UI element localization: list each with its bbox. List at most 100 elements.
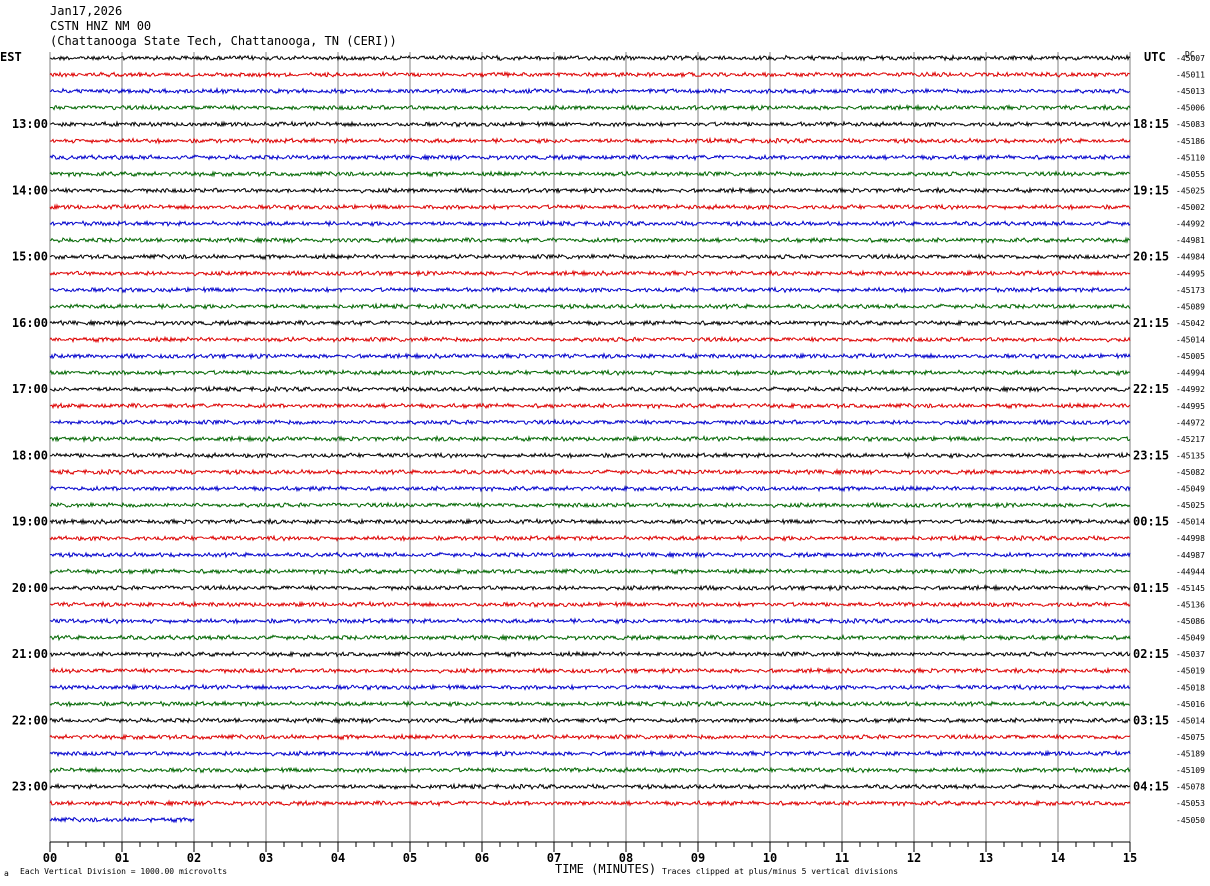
seismic-trace [49,236,1131,245]
dc-offset-label: -44987 [1176,551,1205,560]
seismic-trace [49,219,1131,228]
seismic-trace [49,385,1131,394]
seismic-trace [49,650,1131,659]
seismic-trace [49,766,1131,775]
dc-offset-label: -45055 [1176,170,1205,179]
corner-mark: a [4,869,9,878]
dc-offset-label: -45011 [1176,71,1205,80]
seismic-trace [49,153,1131,162]
right-hour-label: 18:15 [1133,117,1169,131]
right-hour-label: 19:15 [1133,183,1169,197]
x-tick-label: 03 [259,851,273,865]
dc-offset-label: -44998 [1176,534,1205,543]
left-hour-label: 21:00 [12,647,48,661]
x-tick-label: 09 [691,851,705,865]
scale-note: Each Vertical Division = 1000.00 microvo… [20,867,228,876]
dc-offset-label: -45217 [1176,435,1205,444]
left-hour-label: 18:00 [12,448,48,462]
right-hour-label: 23:15 [1133,448,1169,462]
right-hour-label: 22:15 [1133,382,1169,396]
dc-offset-label: -45006 [1176,104,1205,113]
seismic-trace [49,103,1131,112]
station-label: CSTN HNZ NM 00 [50,19,152,33]
right-hour-label: 20:15 [1133,250,1169,264]
seismic-trace [49,600,1131,609]
dc-offset-label: -44995 [1176,402,1205,411]
seismic-trace [49,699,1131,708]
dc-offset-label: -45018 [1176,683,1205,692]
right-hour-label: 02:15 [1133,647,1169,661]
seismic-trace [49,434,1131,443]
dc-offset-label: -44992 [1176,385,1205,394]
dc-offset-label: -45186 [1176,137,1205,146]
seismic-trace [49,170,1131,178]
seismic-trace [49,633,1131,642]
left-hour-label: 20:00 [12,581,48,595]
x-axis-title: TIME (MINUTES) [555,862,657,876]
dc-offset-label: -45049 [1176,485,1205,494]
x-tick-label: 02 [187,851,201,865]
dc-offset-label: -45037 [1176,650,1205,659]
dc-offset-label: -45075 [1176,733,1205,742]
dc-offset-label: -45050 [1176,816,1205,825]
seismic-trace [49,70,1131,79]
dc-offset-label: -45014 [1176,336,1205,345]
x-tick-label: 12 [907,851,921,865]
seismic-trace [49,120,1131,128]
left-hour-label: 15:00 [12,250,48,264]
dc-offset-label: -45086 [1176,617,1205,626]
seismic-trace [49,319,1131,327]
dc-offset-label: -45025 [1176,186,1205,195]
date-label: Jan17,2026 [50,4,123,18]
left-hour-label: 17:00 [12,382,48,396]
left-hour-label: 13:00 [12,117,48,131]
seismic-trace [49,285,1131,294]
seismic-trace [49,451,1131,460]
x-tick-label: 01 [115,851,129,865]
dc-offset-label: -45016 [1176,700,1205,709]
dc-offset-label: -45083 [1176,120,1205,129]
x-tick-label: 11 [835,851,849,865]
left-hour-label: 19:00 [12,515,48,529]
right-hour-label: 21:15 [1133,316,1169,330]
right-hour-label: 03:15 [1133,713,1169,727]
seismic-trace [49,583,1131,592]
dc-offset-label: -45082 [1176,468,1205,477]
seismic-trace [49,749,1131,758]
dc-offset-label: -45014 [1176,716,1205,725]
dc-offset-label: -44995 [1176,269,1205,278]
dc-offset-label: -45013 [1176,87,1205,96]
dc-offset-label: -44992 [1176,220,1205,229]
helicorder-plot: -45007-45011-45013-45006-45083-45186-451… [12,52,1205,865]
dc-offset-label: -45136 [1176,600,1205,609]
seismic-trace [49,550,1131,559]
seismic-trace [50,418,1131,426]
dc-offset-label: -45173 [1176,286,1205,295]
dc-offset-label: -45089 [1176,302,1205,311]
seismic-trace [49,567,1131,576]
seismic-trace [49,86,1131,96]
seismic-trace [49,501,1131,510]
x-tick-label: 06 [475,851,489,865]
seismic-trace [49,269,1131,278]
location-label: (Chattanooga State Tech, Chattanooga, TN… [50,34,397,48]
x-tick-label: 00 [43,851,57,865]
dc-offset-label: -45109 [1176,766,1205,775]
dc-offset-label: -45014 [1176,518,1205,527]
seismic-trace [49,252,1131,261]
seismic-trace [49,799,1131,808]
seismic-trace [49,401,1131,410]
seismic-trace [49,666,1131,675]
x-tick-label: 10 [763,851,777,865]
x-tick-label: 05 [403,851,417,865]
seismic-trace [49,335,1131,344]
seismic-trace [49,352,1131,361]
dc-offset-label: -44944 [1176,567,1205,576]
seismic-trace [49,136,1131,145]
seismic-trace [49,53,1131,62]
dc-offset-label: -45135 [1176,451,1205,460]
seismic-trace [49,203,1131,211]
left-hour-label: 16:00 [12,316,48,330]
dc-offset-label: -45042 [1176,319,1205,328]
x-tick-label: 15 [1123,851,1137,865]
